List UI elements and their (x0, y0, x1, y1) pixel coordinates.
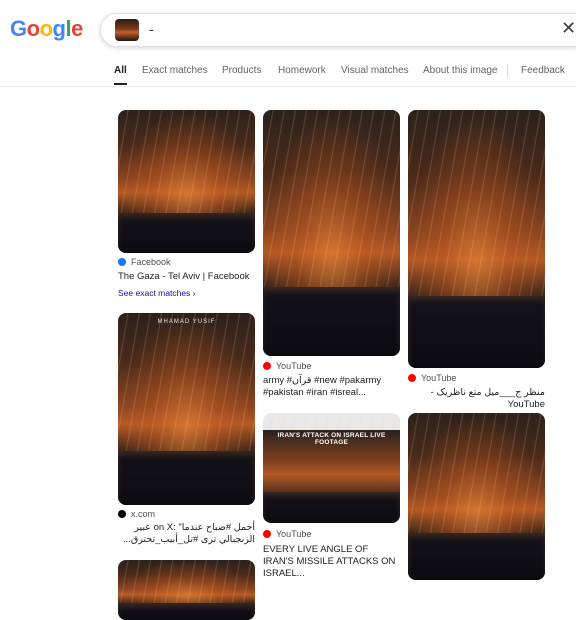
youtube-icon (263, 530, 271, 538)
google-logo[interactable]: Google (10, 16, 83, 42)
result-image[interactable] (263, 110, 400, 356)
result-image[interactable] (408, 413, 545, 580)
result-title[interactable]: EVERY LIVE ANGLE OF IRAN'S MISSILE ATTAC… (263, 544, 400, 580)
search-box[interactable]: - ✕ (100, 13, 576, 47)
result-source[interactable]: YouTube (408, 373, 456, 383)
result-image[interactable] (408, 110, 545, 368)
result-title[interactable]: أجمل #صباح عندما" :on X عبير الزنجبالي ت… (118, 522, 255, 546)
result-image[interactable]: IRAN'S ATTACK ON ISRAEL LIVE FOOTAGE (263, 413, 400, 523)
search-query-text[interactable]: - (149, 21, 154, 37)
result-image[interactable] (118, 560, 255, 620)
query-image-thumbnail[interactable] (115, 19, 139, 41)
tab-homework[interactable]: Homework (278, 65, 326, 76)
source-name: x.com (131, 509, 156, 519)
tab-divider (507, 64, 508, 78)
result-source[interactable]: YouTube (263, 529, 311, 539)
source-name: YouTube (276, 529, 312, 539)
logo-letter: g (52, 16, 66, 41)
logo-letter: o (39, 16, 53, 41)
result-source[interactable]: x.com (118, 509, 155, 519)
tab-visual-matches[interactable]: Visual matches (341, 65, 409, 76)
source-name: Facebook (131, 257, 171, 267)
result-source[interactable]: Facebook (118, 257, 171, 267)
exact-link-label: See exact matches › (118, 288, 196, 298)
youtube-icon (263, 362, 271, 370)
tab-feedback[interactable]: Feedback (521, 65, 565, 76)
result-source[interactable]: YouTube (263, 361, 311, 371)
tab-all[interactable]: All (114, 65, 127, 85)
tab-about-this-image[interactable]: About this image (423, 65, 498, 76)
x-icon (118, 510, 126, 518)
logo-letter: e (71, 16, 83, 41)
close-icon[interactable]: ✕ (561, 18, 576, 39)
image-watermark: MHAMAD YUSIF (157, 319, 216, 325)
result-title[interactable]: army #قرآن #new #pakarmy #pakistan #iran… (263, 375, 400, 399)
tab-exact-matches[interactable]: Exact matches (142, 65, 208, 76)
youtube-icon (408, 374, 416, 382)
logo-letter: G (10, 16, 27, 41)
results-tabs: All Exact matches Products Homework Visu… (0, 60, 576, 87)
image-banner-text: IRAN'S ATTACK ON ISRAEL LIVE FOOTAGE (277, 432, 386, 446)
see-exact-matches-link[interactable]: See exact matches › (118, 288, 195, 298)
result-image[interactable] (118, 110, 255, 253)
logo-letter: o (26, 16, 40, 41)
result-title[interactable]: منظر ج___میل متع ناظریک - YouTube (408, 387, 545, 411)
tab-products[interactable]: Products (222, 65, 261, 76)
source-name: YouTube (276, 361, 312, 371)
source-name: YouTube (421, 373, 457, 383)
result-title[interactable]: The Gaza - Tel Aviv | Facebook (118, 271, 255, 283)
result-image[interactable]: MHAMAD YUSIF (118, 313, 255, 505)
facebook-icon (118, 258, 126, 266)
